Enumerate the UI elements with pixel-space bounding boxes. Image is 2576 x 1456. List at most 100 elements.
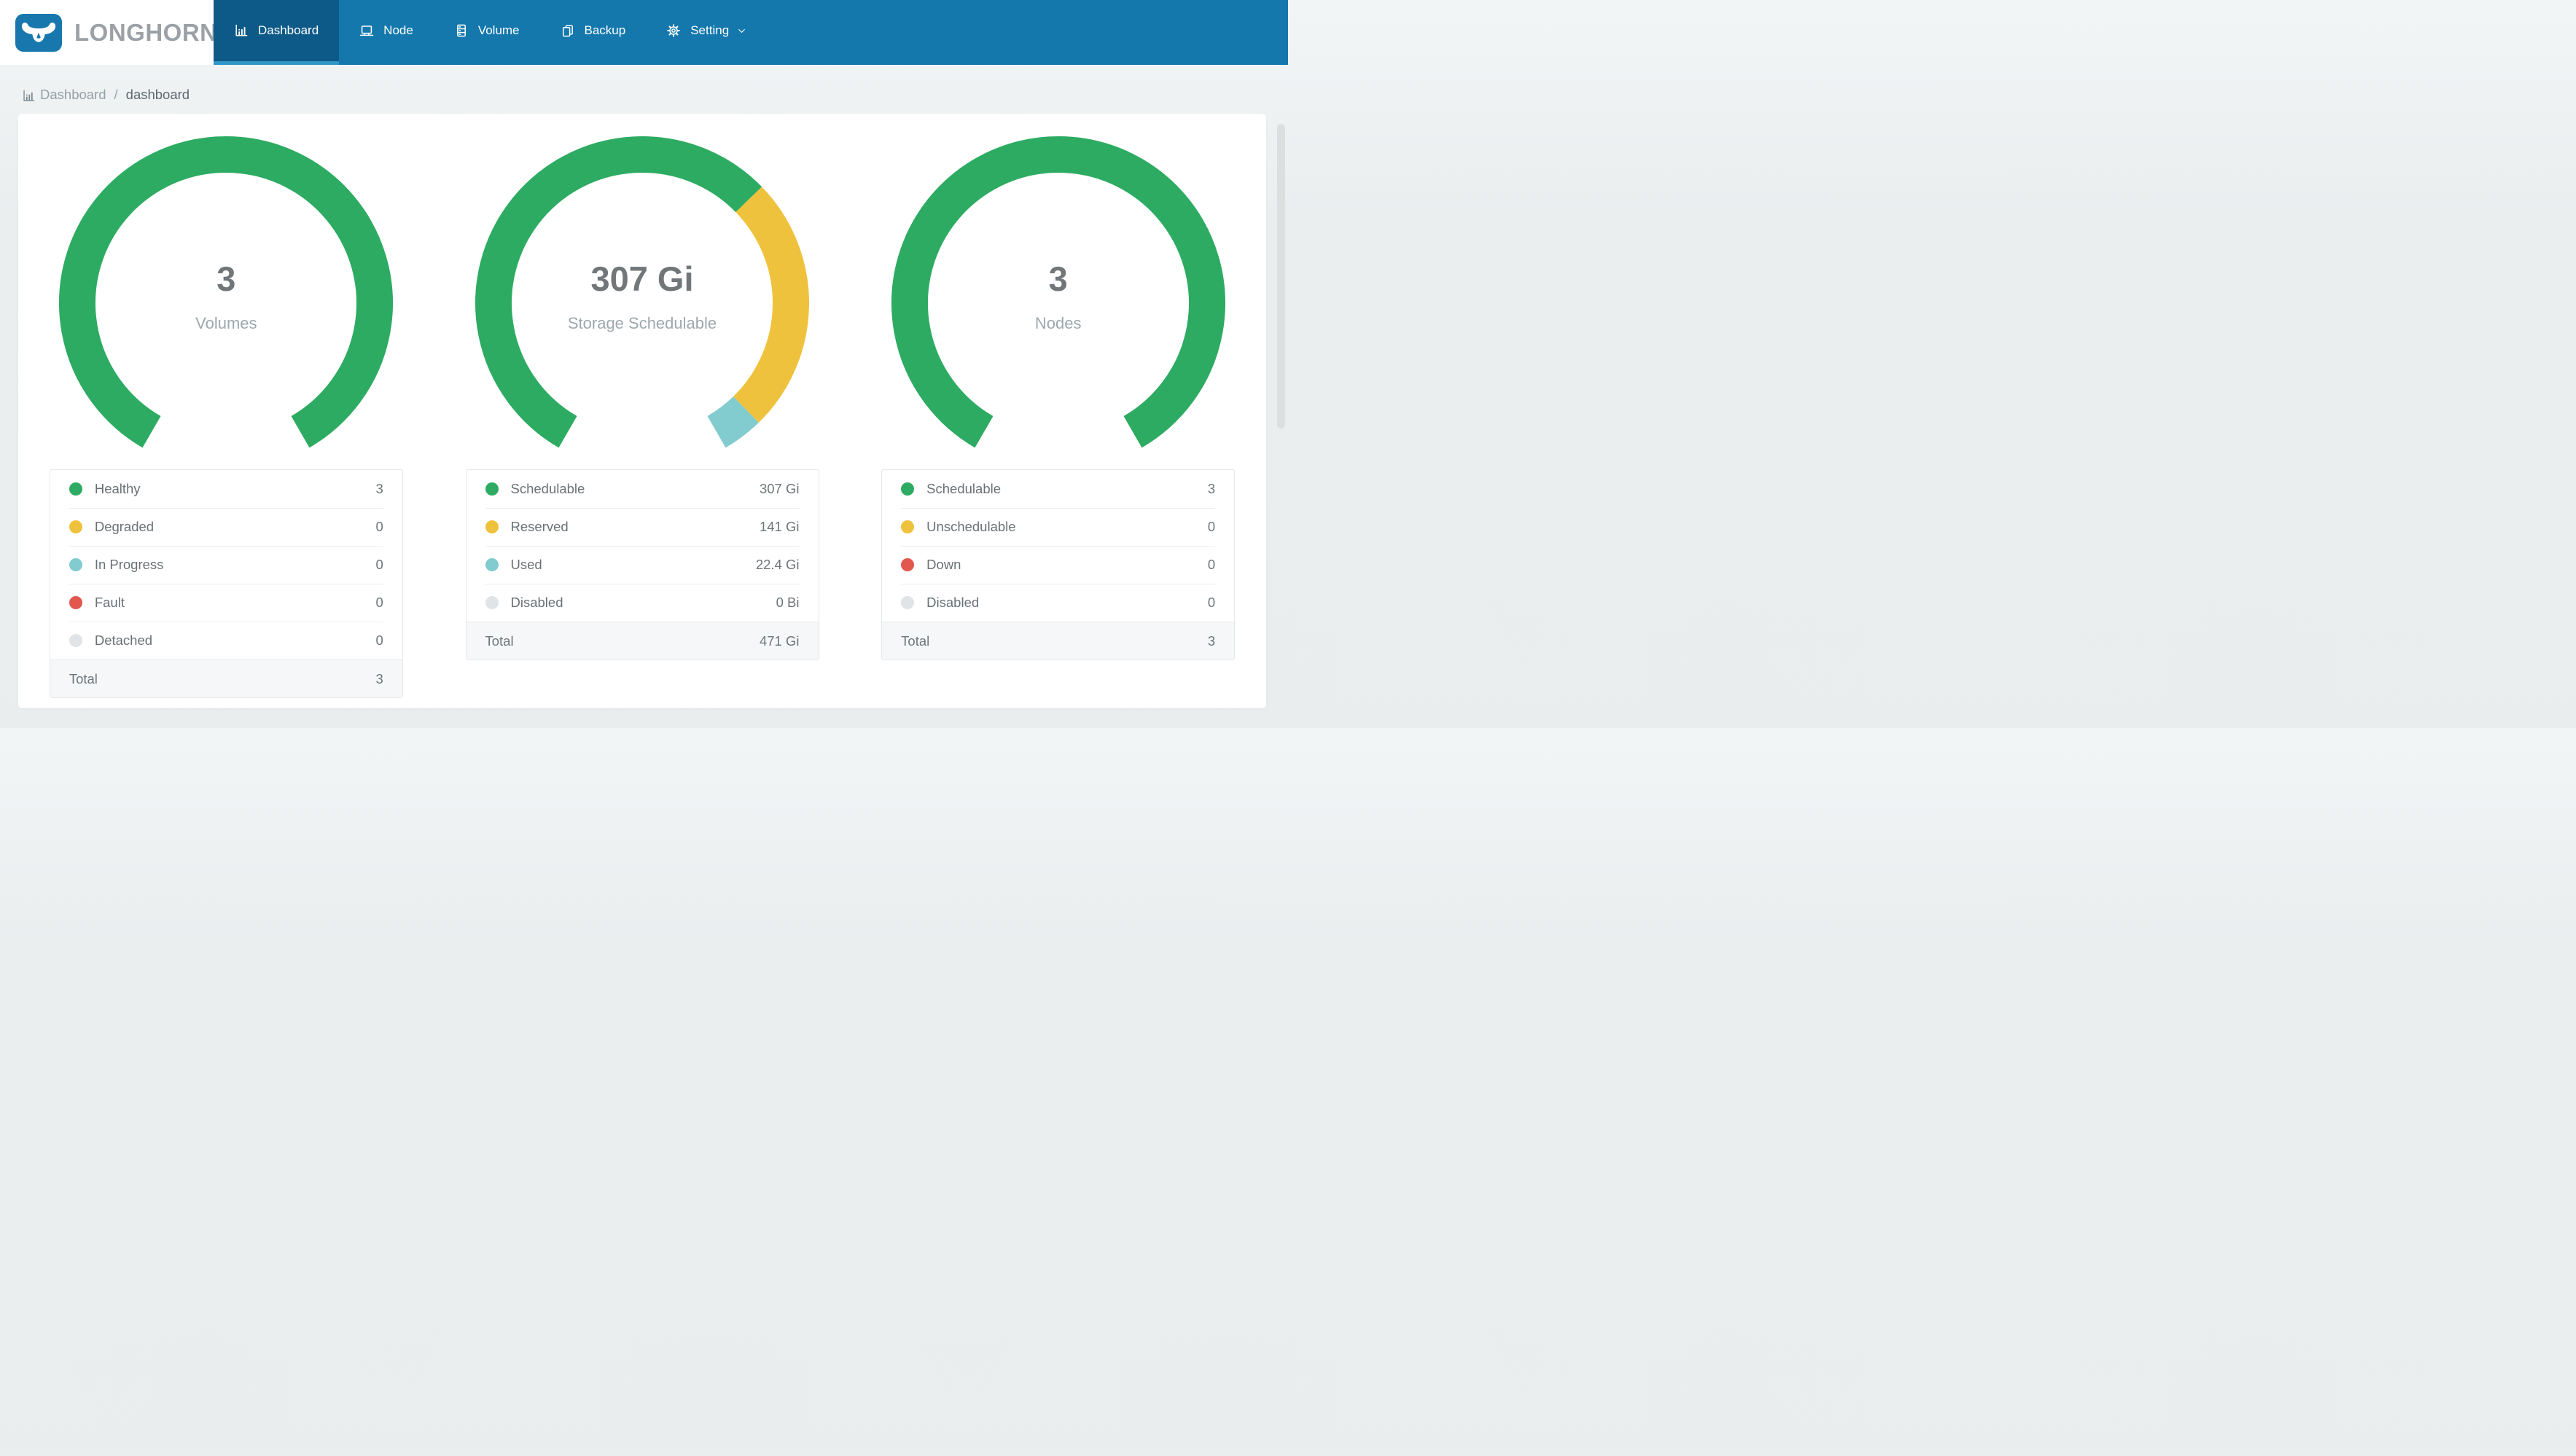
gauge-center-label: Nodes: [1034, 313, 1082, 332]
breadcrumb-separator: /: [114, 87, 118, 102]
legend-value: 0 Bi: [776, 595, 800, 610]
nodes-gauge: 3 Nodes: [887, 136, 1230, 457]
gauge-center-label: Storage Schedulable: [567, 313, 717, 332]
legend-value: 307 Gi: [759, 481, 800, 496]
nav-item-label: Setting: [690, 23, 730, 37]
legend-row: Reserved 141 Gi: [467, 508, 819, 546]
legend-row: Detached 0: [50, 622, 402, 659]
legend-color-dot: [485, 482, 499, 496]
nav-item-node[interactable]: Node: [339, 0, 434, 65]
logo[interactable]: LONGHORN: [0, 0, 217, 65]
legend-label: In Progress: [94, 557, 164, 572]
total-value: 3: [1207, 633, 1216, 649]
total-value: 3: [375, 670, 383, 686]
breadcrumb-current: dashboard: [125, 87, 190, 102]
gauge-center-value: 3: [1048, 259, 1068, 298]
legend-color-dot: [69, 558, 82, 571]
legend-row: Schedulable 307 Gi: [467, 470, 819, 508]
dashboard-card: 3 Volumes Healthy 3 Degraded 0 In Progress 0 F…: [18, 114, 1266, 708]
vertical-scrollbar-thumb[interactable]: [1277, 124, 1285, 428]
legend-color-dot: [901, 558, 915, 571]
gauge-center-value: 307 Gi: [590, 259, 694, 298]
laptop-icon: [360, 26, 374, 36]
bar-chart-icon: [23, 90, 35, 101]
total-label: Total: [69, 670, 98, 686]
nav-item-label: Volume: [477, 23, 520, 37]
legend-color-dot: [485, 558, 499, 571]
volumes-panel: 3 Volumes Healthy 3 Degraded 0 In Progress 0 F…: [18, 114, 434, 708]
legend-value: 0: [375, 519, 383, 534]
legend-color-dot: [901, 520, 915, 533]
legend-total-row: Total 471 Gi: [466, 622, 819, 659]
breadcrumb: Dashboard / dashboard: [22, 87, 1288, 103]
legend-label: Down: [926, 557, 961, 572]
nav-item-label: Dashboard: [258, 23, 319, 37]
legend-color-dot: [901, 482, 915, 496]
storage-gauge: 307 Gi Storage Schedulable: [471, 136, 813, 457]
chevron-down-icon: [738, 28, 745, 33]
legend-row: Unschedulable 0: [882, 508, 1234, 546]
legend-total-row: Total 3: [882, 622, 1235, 659]
legend-row: Schedulable 3: [882, 470, 1234, 508]
nav-item-dashboard[interactable]: Dashboard: [214, 0, 340, 65]
nav-item-volume[interactable]: Volume: [434, 0, 540, 65]
legend-label: Detached: [94, 633, 153, 648]
legend-color-dot: [69, 482, 82, 496]
total-value: 471 Gi: [759, 633, 800, 649]
legend-color-dot: [69, 596, 82, 609]
active-tab-indicator: [214, 61, 340, 65]
legend-value: 3: [375, 481, 383, 496]
legend-color-dot: [69, 520, 82, 533]
nav-item-setting[interactable]: Setting: [646, 0, 768, 65]
storage-legend-table: Schedulable 307 Gi Reserved 141 Gi Used 22.4 …: [465, 469, 819, 660]
copy-icon: [562, 25, 573, 37]
legend-value: 0: [375, 557, 383, 572]
legend-total-row: Total 3: [50, 659, 402, 697]
legend-color-dot: [69, 634, 82, 647]
legend-label: Reserved: [510, 519, 569, 534]
main-menu: Dashboard Node Volume Backup Setting: [214, 0, 768, 65]
bar-chart-icon: [235, 24, 248, 36]
legend-label: Used: [510, 557, 542, 572]
gauge-center-label: Volumes: [195, 313, 257, 332]
legend-row: In Progress 0: [50, 546, 402, 584]
legend-color-dot: [485, 596, 499, 609]
legend-row: Down 0: [882, 546, 1234, 584]
server-icon: [456, 24, 466, 37]
nav-item-label: Backup: [584, 23, 626, 37]
legend-label: Degraded: [94, 519, 155, 534]
nodes-panel: 3 Nodes Schedulable 3 Unschedulable 0 Down 0 D…: [850, 114, 1266, 708]
top-navbar: LONGHORN Dashboard Node Volume Backup Se…: [0, 0, 1288, 65]
legend-value: 0: [1207, 519, 1216, 534]
legend-label: Schedulable: [510, 481, 585, 496]
legend-row: Disabled 0 Bi: [467, 584, 819, 622]
legend-row: Disabled 0: [882, 584, 1234, 622]
gear-icon: [667, 24, 681, 37]
legend-color-dot: [485, 520, 499, 533]
longhorn-bull-icon: [15, 13, 62, 52]
legend-value: 0: [1207, 595, 1216, 610]
volumes-gauge: 3 Volumes: [55, 136, 397, 457]
gauge-segment-teal: [707, 396, 759, 448]
nav-item-label: Node: [383, 23, 413, 37]
legend-value: 141 Gi: [759, 519, 800, 534]
storage-panel: 307 Gi Storage Schedulable Schedulable 30…: [434, 114, 851, 708]
nav-item-backup[interactable]: Backup: [540, 0, 647, 65]
legend-value: 3: [1207, 481, 1216, 496]
legend-label: Schedulable: [926, 481, 1002, 496]
legend-value: 0: [375, 595, 383, 610]
legend-label: Unschedulable: [926, 519, 1016, 534]
legend-value: 0: [1207, 557, 1216, 572]
volumes-legend-table: Healthy 3 Degraded 0 In Progress 0 Fault 0 Detac…: [49, 469, 403, 698]
legend-color-dot: [901, 596, 915, 609]
legend-label: Fault: [94, 595, 125, 610]
brand-name: LONGHORN: [74, 18, 218, 46]
total-label: Total: [485, 633, 514, 649]
legend-label: Disabled: [926, 595, 980, 610]
legend-row: Healthy 3: [50, 470, 402, 508]
legend-label: Disabled: [510, 595, 563, 610]
legend-row: Used 22.4 Gi: [467, 546, 819, 584]
legend-row: Fault 0: [50, 584, 402, 622]
breadcrumb-root[interactable]: Dashboard: [40, 87, 106, 103]
legend-value: 22.4 Gi: [755, 557, 800, 572]
